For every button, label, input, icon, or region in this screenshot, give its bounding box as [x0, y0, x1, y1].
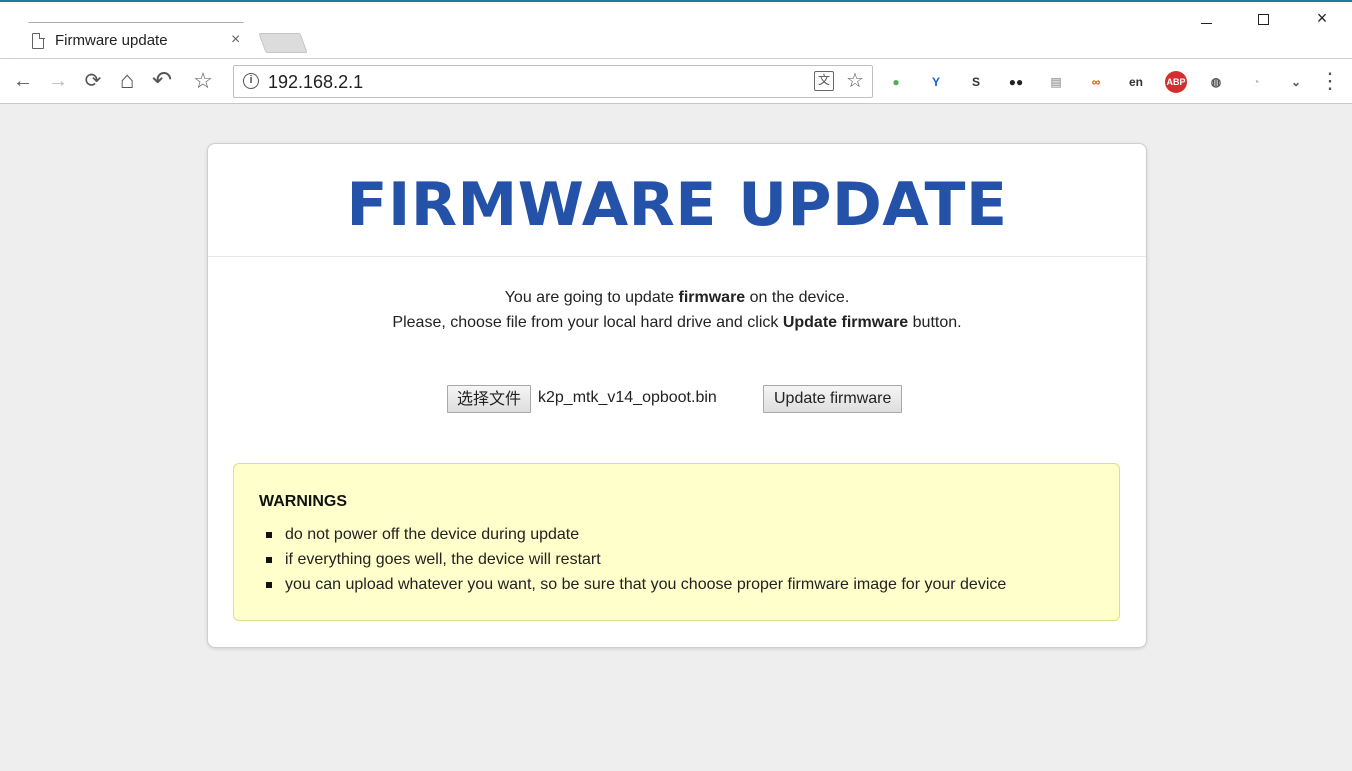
info-icon[interactable]: i	[243, 73, 259, 89]
update-firmware-button[interactable]: Update firmware	[763, 385, 903, 413]
star-icon[interactable]: ☆	[846, 68, 864, 93]
warning-item: do not power off the device during updat…	[259, 522, 1006, 547]
warning-item: you can upload whatever you want, so be …	[259, 572, 1006, 597]
infinity-extension-icon[interactable]: ∞	[1085, 71, 1107, 93]
intro-line-2: Please, choose file from your local hard…	[208, 310, 1146, 335]
s-extension-icon[interactable]: S	[965, 71, 987, 93]
home-icon[interactable]: ⌂	[114, 68, 140, 94]
speed-extension-icon[interactable]: ◔	[1245, 71, 1267, 93]
firmware-update-card: FIRMWARE UPDATE You are going to update …	[207, 143, 1147, 648]
address-bar[interactable]: i 192.168.2.1 文 ☆	[233, 65, 873, 98]
intro-line-1: You are going to update firmware on the …	[208, 285, 1146, 310]
maximize-icon	[1257, 14, 1269, 25]
choose-file-button[interactable]: 选择文件	[447, 385, 532, 413]
warning-item: if everything goes well, the device will…	[259, 547, 1006, 572]
reload-icon[interactable]: ⟳	[80, 68, 106, 94]
new-tab-button[interactable]	[258, 33, 308, 53]
intro-line-1-post: on the device.	[745, 289, 850, 306]
translate-en-extension-icon[interactable]: en	[1125, 71, 1147, 93]
warnings-list: do not power off the device during updat…	[259, 522, 1006, 597]
green-dot-extension-icon[interactable]: ●	[885, 71, 907, 93]
undo-icon[interactable]: ↶	[149, 68, 175, 94]
minimize-button[interactable]	[1186, 8, 1226, 29]
menu-icon[interactable]: ⋮	[1317, 68, 1343, 94]
tab-strip: Firmware update × ×	[0, 2, 1352, 60]
intro-line-2-post: button.	[908, 314, 962, 331]
page-icon	[32, 32, 45, 49]
reader-extension-icon[interactable]: ▤	[1045, 71, 1067, 93]
url-text[interactable]: 192.168.2.1	[268, 72, 363, 93]
intro-line-1-bold: firmware	[678, 289, 746, 306]
browser-toolbar: ← → ⟳ ⌂ ↶ ☆ i 192.168.2.1 文 ☆ ● Y S ●● ▤ ∞ en A…	[0, 58, 1352, 104]
pocket-extension-icon[interactable]: ⌄	[1285, 71, 1307, 93]
intro-text: You are going to update firmware on the …	[208, 285, 1146, 335]
forward-icon[interactable]: →	[45, 68, 71, 94]
warnings-box: WARNINGS do not power off the device dur…	[233, 463, 1120, 621]
upload-form: 选择文件 k2p_mtk_v14_opboot.bin Update firmw…	[208, 385, 1148, 415]
bulb-extension-icon[interactable]: ◍	[1205, 71, 1227, 93]
selected-file-name: k2p_mtk_v14_opboot.bin	[538, 389, 717, 406]
intro-line-2-pre: Please, choose file from your local hard…	[392, 314, 783, 331]
tab-close-icon[interactable]: ×	[231, 31, 240, 49]
adblock-plus-icon[interactable]: ABP	[1165, 71, 1187, 93]
tab-title: Firmware update	[55, 32, 168, 49]
intro-line-1-pre: You are going to update	[504, 289, 679, 306]
maximize-button[interactable]	[1243, 8, 1283, 30]
card-header: FIRMWARE UPDATE	[208, 144, 1146, 257]
page-title: FIRMWARE UPDATE	[346, 170, 1008, 240]
minimize-icon	[1200, 23, 1212, 24]
tampermonkey-icon[interactable]: ●●	[1005, 71, 1027, 93]
back-icon[interactable]: ←	[10, 68, 36, 94]
y-extension-icon[interactable]: Y	[925, 71, 947, 93]
translate-icon[interactable]: 文	[814, 71, 834, 91]
tab-firmware-update[interactable]: Firmware update ×	[14, 22, 258, 60]
close-window-button[interactable]: ×	[1302, 8, 1342, 29]
bookmark-star-icon[interactable]: ☆	[190, 68, 216, 94]
warnings-title: WARNINGS	[259, 493, 347, 510]
intro-line-2-bold: Update firmware	[782, 314, 909, 331]
